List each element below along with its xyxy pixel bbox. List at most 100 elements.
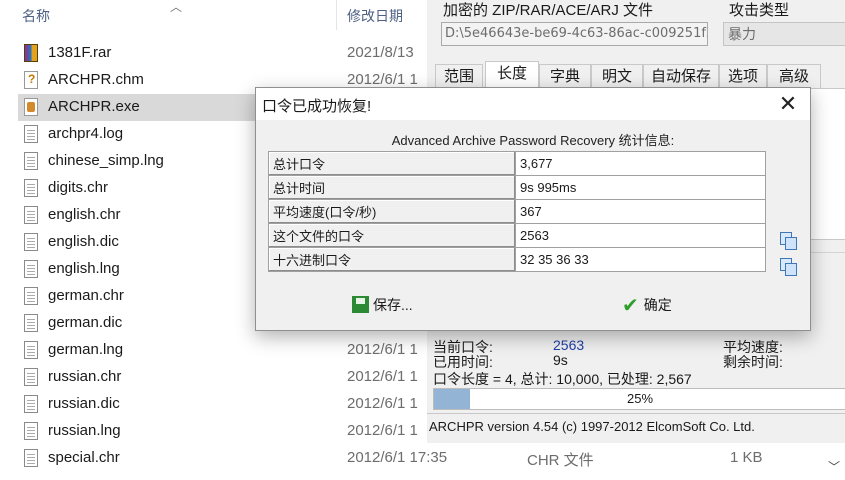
remaining-time-label: 剩余时间: bbox=[723, 354, 783, 370]
password-length-summary: 口令长度 = 4, 总计: 10,000, 已处理: 2,567 bbox=[433, 371, 692, 387]
text-file-icon bbox=[24, 314, 38, 332]
statistics-value: 9s 995ms bbox=[515, 175, 766, 200]
tab-dictionary[interactable]: 字典 bbox=[539, 64, 591, 88]
file-name: english.dic bbox=[48, 233, 119, 250]
file-name: german.dic bbox=[48, 314, 123, 331]
text-file-icon bbox=[24, 233, 38, 251]
encrypted-file-path-field[interactable]: D:\5e46643e-be69-4c63-86ac-c009251f2 bbox=[441, 22, 708, 46]
file-name: english.lng bbox=[48, 260, 120, 277]
scroll-down-icon[interactable]: ﹀ bbox=[826, 458, 842, 476]
text-file-icon bbox=[24, 260, 38, 278]
file-row[interactable]: german.lng 2012/6/1 1 bbox=[18, 337, 430, 364]
file-row[interactable]: 1381F.rar 2021/8/13 bbox=[18, 40, 430, 67]
winrar-archive-icon bbox=[24, 44, 38, 62]
column-header-modified[interactable]: 修改日期 bbox=[347, 0, 403, 32]
file-name: english.chr bbox=[48, 206, 121, 223]
file-name: ARCHPR.chm bbox=[48, 71, 144, 88]
file-name: german.lng bbox=[48, 341, 124, 358]
file-name: chinese_simp.lng bbox=[48, 152, 164, 169]
statistics-value: 367 bbox=[515, 199, 766, 224]
save-button[interactable]: 保存... bbox=[352, 292, 413, 318]
file-name: special.chr bbox=[48, 449, 120, 466]
statistics-row: 总计口令 3,677 bbox=[268, 151, 766, 176]
sort-ascending-icon: ︿ bbox=[170, 0, 183, 14]
file-type: CHR 文件 bbox=[527, 452, 594, 469]
file-row[interactable]: russian.chr 2012/6/1 1 bbox=[18, 364, 430, 391]
text-file-icon bbox=[24, 341, 38, 359]
statistics-row: 十六进制口令 32 35 36 33 bbox=[268, 247, 766, 272]
text-file-icon bbox=[24, 179, 38, 197]
file-name: russian.chr bbox=[48, 368, 122, 385]
archpr-exe-icon bbox=[24, 98, 38, 116]
statistics-row: 平均速度(口令/秒) 367 bbox=[268, 199, 766, 224]
current-password-value: 2563 bbox=[553, 337, 585, 353]
tab-advanced[interactable]: 高级 bbox=[767, 64, 821, 88]
file-modified-date: 2012/6/1 1 bbox=[347, 422, 418, 439]
file-name: digits.chr bbox=[48, 179, 109, 196]
statistics-value: 3,677 bbox=[515, 151, 766, 176]
text-file-icon bbox=[24, 152, 38, 170]
progress-bar: 25% bbox=[433, 388, 845, 410]
copy-hex-password-icon[interactable] bbox=[780, 258, 797, 276]
file-modified-date: 2012/6/1 1 bbox=[347, 395, 418, 412]
checkmark-icon: ✔ bbox=[622, 295, 639, 317]
chm-help-icon bbox=[24, 71, 38, 89]
statistics-heading: Advanced Archive Password Recovery 统计信息: bbox=[391, 133, 675, 148]
progress-percent: 25% bbox=[626, 391, 654, 406]
statistics-value[interactable]: 32 35 36 33 bbox=[515, 247, 766, 272]
copy-password-icon[interactable] bbox=[780, 232, 797, 250]
file-row[interactable]: special.chr 2012/6/1 17:35 CHR 文件 1 KB bbox=[18, 445, 763, 472]
statistics-table: 总计口令 3,677 总计时间 9s 995ms 平均速度(口令/秒) 367 这个文件的口… bbox=[268, 151, 766, 272]
tab-autosave[interactable]: 自动保存 bbox=[643, 64, 719, 88]
tab-length[interactable]: 长度 bbox=[485, 61, 539, 89]
statistics-row: 这个文件的口令 2563 bbox=[268, 223, 766, 248]
ok-button-label: 确定 bbox=[643, 297, 672, 313]
statistics-label: 总计口令 bbox=[268, 151, 516, 176]
close-icon[interactable]: ✕ bbox=[776, 92, 800, 116]
dialog-titlebar[interactable]: 口令已成功恢复! ✕ bbox=[256, 88, 810, 120]
dialog-title: 口令已成功恢复! bbox=[262, 98, 372, 115]
statistics-label: 十六进制口令 bbox=[268, 247, 516, 272]
tab-plaintext[interactable]: 明文 bbox=[591, 64, 643, 88]
text-file-icon bbox=[24, 422, 38, 440]
status-bar: ARCHPR version 4.54 (c) 1997-2012 ElcomS… bbox=[427, 413, 845, 441]
encrypted-file-label: 加密的 ZIP/RAR/ACE/ARJ 文件 bbox=[443, 2, 654, 19]
status-bar-text: ARCHPR version 4.54 (c) 1997-2012 ElcomS… bbox=[429, 419, 755, 434]
attack-type-label: 攻击类型 bbox=[729, 2, 790, 19]
statistics-row: 总计时间 9s 995ms bbox=[268, 175, 766, 200]
save-button-label: 保存... bbox=[373, 297, 413, 313]
file-name: 1381F.rar bbox=[48, 44, 112, 61]
statistics-value[interactable]: 2563 bbox=[515, 223, 766, 248]
file-row[interactable]: russian.lng 2012/6/1 1 bbox=[18, 418, 430, 445]
file-name: ARCHPR.exe bbox=[48, 98, 140, 115]
column-divider[interactable] bbox=[336, 0, 337, 30]
tab-range[interactable]: 范围 bbox=[435, 64, 483, 88]
statistics-label: 总计时间 bbox=[268, 175, 516, 200]
text-file-icon bbox=[24, 395, 38, 413]
file-name: german.chr bbox=[48, 287, 124, 304]
file-row[interactable]: russian.dic 2012/6/1 1 bbox=[18, 391, 430, 418]
ok-button[interactable]: ✔ 确定 bbox=[622, 292, 672, 318]
statistics-label: 平均速度(口令/秒) bbox=[268, 199, 516, 224]
file-modified-date: 2012/6/1 1 bbox=[347, 341, 418, 358]
text-file-icon bbox=[24, 449, 38, 467]
statistics-label: 这个文件的口令 bbox=[268, 223, 516, 248]
text-file-icon bbox=[24, 287, 38, 305]
text-file-icon bbox=[24, 368, 38, 386]
file-modified-date: 2012/6/1 1 bbox=[347, 368, 418, 385]
save-disk-icon bbox=[352, 296, 369, 313]
elapsed-time-value: 9s bbox=[553, 352, 568, 368]
column-header-name[interactable]: 名称 bbox=[22, 0, 50, 32]
password-recovered-dialog: 口令已成功恢复! ✕ Advanced Archive Password Rec… bbox=[255, 87, 811, 331]
file-modified-date: 2012/6/1 17:35 bbox=[347, 449, 448, 466]
file-name: russian.dic bbox=[48, 395, 120, 412]
file-modified-date: 2021/8/13 bbox=[347, 44, 414, 61]
attack-type-select[interactable]: 暴力 bbox=[723, 22, 845, 46]
file-size: 1 KB bbox=[730, 449, 763, 466]
file-name: archpr4.log bbox=[48, 125, 124, 142]
text-file-icon bbox=[24, 206, 38, 224]
file-modified-date: 2012/6/1 1 bbox=[347, 71, 418, 88]
tab-options[interactable]: 选项 bbox=[719, 64, 767, 88]
file-name: russian.lng bbox=[48, 422, 121, 439]
text-file-icon bbox=[24, 125, 38, 143]
